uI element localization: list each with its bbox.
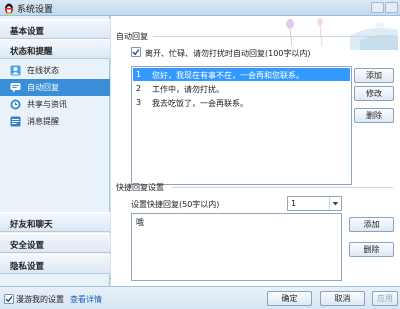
ok-button[interactable]: 确定 — [267, 291, 312, 306]
qq-penguin-icon — [5, 3, 13, 14]
sidebar: 基本设置 状态和提醒 在线状态 自动回复 共享与资讯 消息提醒 好友和聊天 安全… — [0, 16, 110, 286]
delete-quick-reply-button[interactable]: 删除 — [349, 242, 394, 257]
sidebar-item-message-reminder[interactable]: 消息提醒 — [0, 113, 110, 130]
cancel-button[interactable]: 取消 — [320, 291, 365, 306]
balloons-decoration — [286, 18, 398, 50]
sidebar-group-status[interactable]: 状态和提醒 — [0, 39, 110, 59]
delete-reply-button[interactable]: 删除 — [354, 108, 394, 123]
add-quick-reply-button[interactable]: 添加 — [349, 217, 394, 232]
quick-reply-set-label: 设置快捷回复(50字以内) — [131, 200, 220, 209]
quick-reply-textarea[interactable]: 哦 — [131, 213, 342, 281]
checkmark-icon — [132, 49, 140, 56]
minimize-button[interactable] — [371, 2, 384, 13]
apply-button[interactable]: 应用 — [372, 291, 398, 306]
title-bar: 系统设置 — [0, 0, 400, 16]
roam-settings-label: 漫游我的设置 — [16, 295, 64, 304]
share-info-icon — [10, 99, 21, 110]
sidebar-item-label: 共享与资讯 — [27, 100, 67, 109]
sidebar-item-label: 在线状态 — [27, 66, 59, 75]
sidebar-group-security[interactable]: 安全设置 — [0, 233, 110, 253]
message-reminder-icon — [10, 116, 21, 127]
sidebar-group-privacy[interactable]: 隐私设置 — [0, 254, 110, 274]
auto-reply-list[interactable]: 1 您好，我现在有事不在，一会再和您联系。 2 工作中，请勿打扰。 3 我去吃饭… — [131, 66, 352, 185]
quick-reply-select[interactable]: 1 — [287, 196, 342, 211]
list-item[interactable]: 3 我去吃饭了，一会再联系。 — [133, 96, 350, 109]
add-reply-button[interactable]: 添加 — [354, 68, 394, 83]
checkmark-icon — [5, 296, 13, 303]
footer-bar: 漫游我的设置 查看详情 确定 取消 应用 — [0, 286, 400, 309]
window-controls — [371, 2, 398, 14]
sidebar-item-label: 消息提醒 — [27, 117, 59, 126]
close-button[interactable] — [385, 2, 398, 13]
sidebar-item-share-info[interactable]: 共享与资讯 — [0, 96, 110, 113]
list-item[interactable]: 2 工作中，请勿打扰。 — [133, 82, 350, 95]
auto-reply-icon — [10, 83, 21, 93]
section-divider — [153, 36, 393, 37]
sidebar-item-auto-reply[interactable]: 自动回复 — [0, 79, 110, 96]
online-status-icon — [10, 65, 21, 76]
chevron-down-icon — [329, 197, 339, 210]
sidebar-group-basic[interactable]: 基本设置 — [0, 19, 110, 39]
quick-reply-section-title: 快捷回复设置 — [116, 183, 164, 192]
roam-settings-checkbox[interactable] — [4, 294, 14, 304]
list-item[interactable]: 1 您好，我现在有事不在，一会再和您联系。 — [133, 68, 350, 81]
window-title: 系统设置 — [17, 5, 54, 15]
settings-panel: 自动回复 离开、忙碌、请勿打扰时自动回复(100字以内) 1 您好，我现在有事不… — [111, 16, 400, 286]
sidebar-item-online-status[interactable]: 在线状态 — [0, 62, 110, 79]
auto-reply-enable-label: 离开、忙碌、请勿打扰时自动回复(100字以内) — [145, 49, 311, 58]
view-details-link[interactable]: 查看详情 — [70, 294, 102, 305]
auto-reply-checkbox[interactable] — [131, 47, 141, 57]
sidebar-item-label: 自动回复 — [27, 83, 59, 92]
sidebar-group-friends-chat[interactable]: 好友和聊天 — [0, 212, 110, 232]
edit-reply-button[interactable]: 修改 — [354, 86, 394, 101]
section-divider — [171, 187, 393, 188]
auto-reply-section-title: 自动回复 — [116, 32, 148, 41]
